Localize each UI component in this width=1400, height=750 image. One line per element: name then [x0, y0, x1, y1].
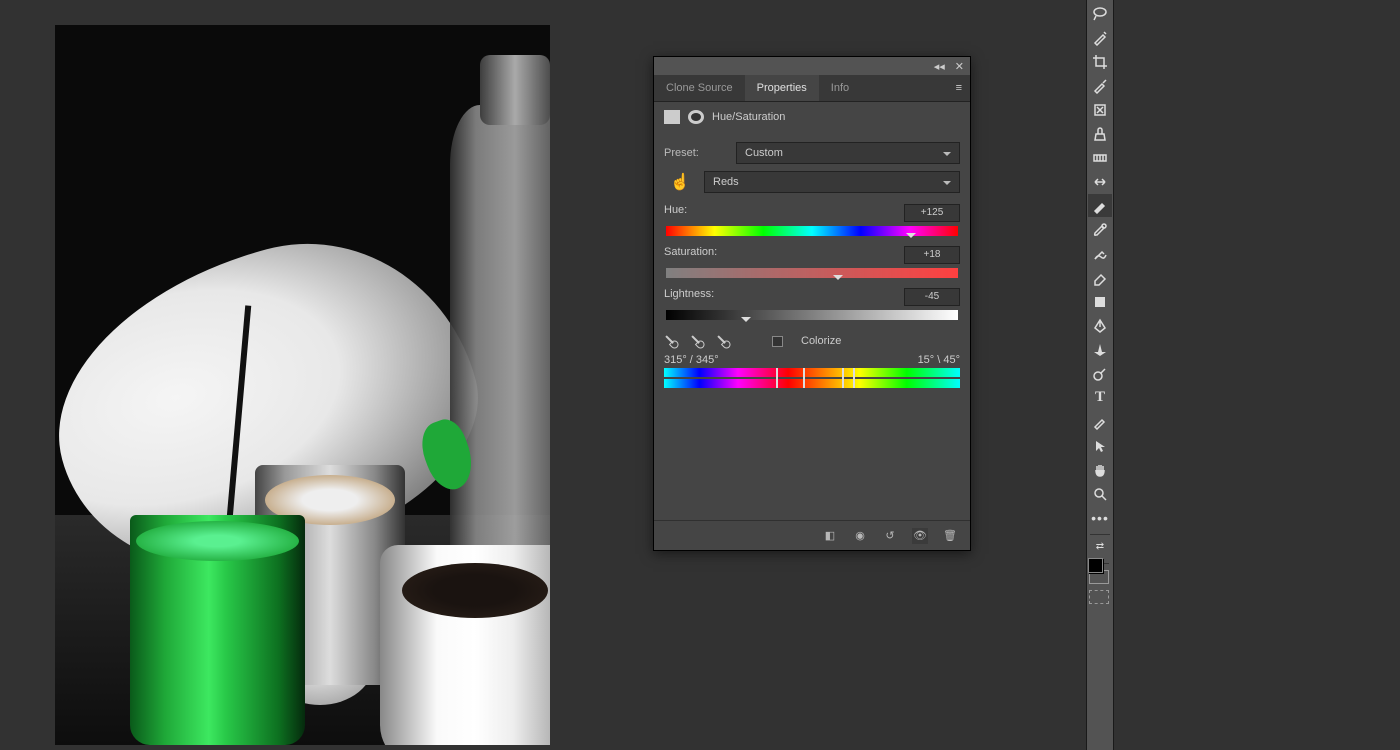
slider-thumb[interactable]: [741, 317, 751, 327]
eraser-tool-icon[interactable]: [1088, 266, 1112, 289]
colorize-checkbox[interactable]: [772, 336, 783, 347]
eyedropper-add-icon[interactable]: [687, 331, 707, 351]
properties-footer: ◧ ◉ ↺ 👁 🗑: [654, 520, 970, 550]
type-tool-icon[interactable]: T: [1088, 386, 1112, 409]
photo-bg: [380, 545, 550, 745]
eyedropper-icon[interactable]: [661, 331, 681, 351]
range-handle[interactable]: [803, 368, 805, 388]
direct-selection-tool-icon[interactable]: [1088, 434, 1112, 457]
collapse-icon[interactable]: ◂◂: [934, 60, 945, 73]
preset-label: Preset:: [664, 147, 728, 159]
foreground-color[interactable]: [1089, 559, 1104, 574]
healing-brush-tool-icon[interactable]: [1088, 26, 1112, 49]
eyedropper-tool-icon[interactable]: [1088, 74, 1112, 97]
targeted-adjust-icon[interactable]: ☝: [664, 170, 696, 194]
delete-icon[interactable]: 🗑: [942, 528, 958, 544]
background-color[interactable]: [1088, 558, 1103, 573]
hue-slider[interactable]: [666, 226, 958, 236]
clip-to-layer-icon[interactable]: ◧: [822, 528, 838, 544]
visibility-icon[interactable]: 👁: [912, 528, 928, 544]
edit-toolbar-icon[interactable]: •••: [1088, 506, 1112, 529]
zoom-tool-icon[interactable]: [1088, 482, 1112, 505]
brush-tool-icon[interactable]: [1088, 194, 1112, 217]
photo-bg: [450, 105, 550, 605]
close-icon[interactable]: ✕: [955, 60, 964, 73]
hue-label: Hue:: [664, 204, 687, 222]
hand-tool-icon[interactable]: [1088, 458, 1112, 481]
channel-select[interactable]: Reds: [704, 171, 960, 193]
path-selection-tool-icon[interactable]: [1088, 410, 1112, 433]
document-canvas[interactable]: [55, 25, 550, 745]
adjustment-header: Hue/Saturation: [654, 102, 970, 132]
paint-bucket-tool-icon[interactable]: [1088, 290, 1112, 313]
colorize-label: Colorize: [801, 335, 841, 347]
clone-stamp-tool-icon[interactable]: [1088, 122, 1112, 145]
screen-mode-icon[interactable]: [1089, 590, 1109, 604]
tab-clone-source[interactable]: Clone Source: [654, 75, 745, 101]
dodge-tool-icon[interactable]: [1088, 362, 1112, 385]
range-handle[interactable]: [842, 368, 844, 388]
color-range-bar[interactable]: [664, 368, 960, 388]
eyedropper-subtract-icon[interactable]: [713, 331, 733, 351]
saturation-label: Saturation:: [664, 246, 717, 264]
pen-tool-icon[interactable]: [1088, 314, 1112, 337]
tools-panel: T ••• ⇄ P 25% Layers Channels Paths ≡: [1086, 0, 1114, 750]
swap-colors-icon[interactable]: ⇄: [1088, 540, 1112, 552]
content-aware-move-tool-icon[interactable]: [1088, 170, 1112, 193]
adjustment-icon: [664, 110, 680, 124]
panel-tabs: Clone Source Properties Info ≡: [654, 75, 970, 102]
reset-icon[interactable]: ↺: [882, 528, 898, 544]
spot-heal-tool-icon[interactable]: [1088, 98, 1112, 121]
tab-info[interactable]: Info: [819, 75, 861, 101]
lightness-slider[interactable]: [666, 310, 958, 320]
lightness-value[interactable]: -45: [904, 288, 960, 306]
adjustment-title: Hue/Saturation: [712, 111, 785, 123]
range-left: 315° / 345°: [664, 354, 719, 366]
history-brush-tool-icon[interactable]: [1088, 218, 1112, 241]
saturation-value[interactable]: +18: [904, 246, 960, 264]
range-handle[interactable]: [853, 368, 855, 388]
panel-collapse-bar[interactable]: ◂◂ ✕: [654, 57, 970, 75]
slider-thumb[interactable]: [906, 233, 916, 243]
hue-value[interactable]: +125: [904, 204, 960, 222]
preset-select[interactable]: Custom: [736, 142, 960, 164]
mixer-brush-tool-icon[interactable]: [1088, 242, 1112, 265]
gradient-tool-icon[interactable]: [1088, 146, 1112, 169]
slider-thumb[interactable]: [833, 275, 843, 285]
photo-bg: [130, 515, 305, 745]
lasso-tool-icon[interactable]: [1088, 2, 1112, 25]
separator: [1090, 534, 1110, 535]
view-previous-icon[interactable]: ◉: [852, 528, 868, 544]
tab-properties[interactable]: Properties: [745, 75, 819, 101]
range-right: 15° \ 45°: [918, 354, 960, 366]
saturation-slider[interactable]: [666, 268, 958, 278]
panel-menu-icon[interactable]: ≡: [948, 75, 970, 101]
mask-icon[interactable]: [688, 110, 704, 124]
properties-panel[interactable]: ◂◂ ✕ Clone Source Properties Info ≡ Hue/…: [653, 56, 971, 551]
color-swatches[interactable]: [1089, 559, 1111, 581]
range-handle[interactable]: [776, 368, 778, 388]
crop-tool-icon[interactable]: [1088, 50, 1112, 73]
custom-shape-tool-icon[interactable]: [1088, 338, 1112, 361]
lightness-label: Lightness:: [664, 288, 714, 306]
